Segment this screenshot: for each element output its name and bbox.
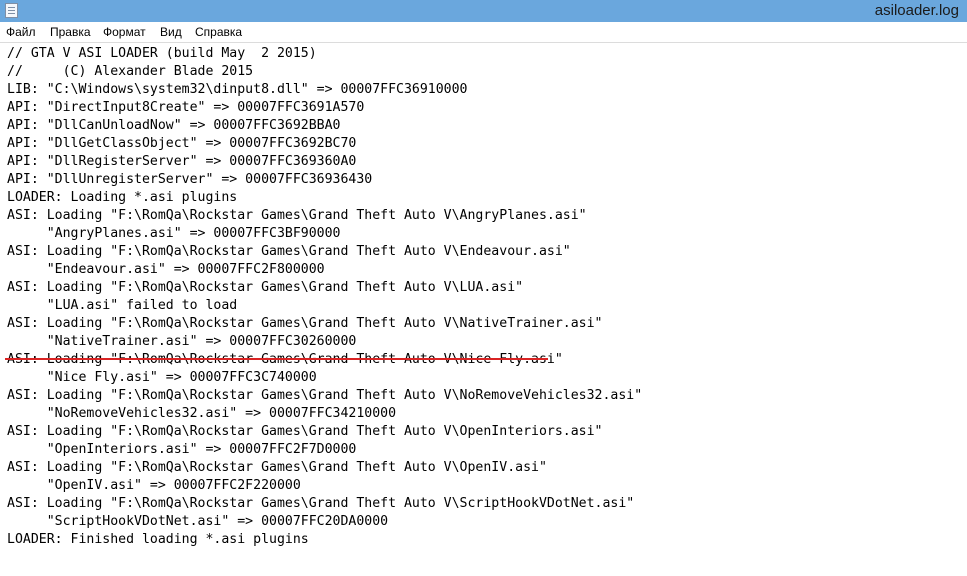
log-line: LOADER: Finished loading *.asi plugins [7, 532, 309, 547]
notepad-window: asiloader.log Файл Правка Формат Вид Спр… [0, 0, 967, 576]
log-line: "OpenInteriors.asi" => 00007FFC2F7D0000 [7, 442, 357, 457]
log-line: ASI: Loading "F:\RomQa\Rockstar Games\Gr… [7, 208, 587, 223]
menu-bar: Файл Правка Формат Вид Справка [0, 22, 967, 43]
log-line: "Nice Fly.asi" => 00007FFC3C740000 [7, 370, 317, 385]
title-bar[interactable]: asiloader.log [0, 0, 967, 22]
log-line: API: "DllCanUnloadNow" => 00007FFC3692BB… [7, 118, 341, 133]
log-line: ASI: Loading "F:\RomQa\Rockstar Games\Gr… [7, 424, 603, 439]
log-line: // GTA V ASI LOADER (build May 2 2015) [7, 46, 317, 61]
log-line: ASI: Loading "F:\RomQa\Rockstar Games\Gr… [7, 351, 642, 369]
log-line: "NoRemoveVehicles32.asi" => 00007FFC3421… [7, 406, 397, 421]
log-line: "NativeTrainer.asi" => 00007FFC30260000 [7, 334, 357, 349]
notepad-icon[interactable] [5, 3, 18, 18]
log-line: "OpenIV.asi" => 00007FFC2F220000 [7, 478, 301, 493]
menu-help[interactable]: Справка [195, 25, 242, 40]
log-line: ASI: Loading "F:\RomQa\Rockstar Games\Gr… [7, 388, 643, 403]
text-editor-area[interactable]: // GTA V ASI LOADER (build May 2 2015) //… [0, 43, 967, 576]
log-line: API: "DllGetClassObject" => 00007FFC3692… [7, 136, 357, 151]
log-line: ASI: Loading "F:\RomQa\Rockstar Games\Gr… [7, 244, 571, 259]
log-line-failed-load: "LUA.asi" failed to load [7, 298, 238, 313]
log-line: "Endeavour.asi" => 00007FFC2F800000 [7, 262, 325, 277]
log-line: API: "DllRegisterServer" => 00007FFC3693… [7, 154, 357, 169]
menu-view[interactable]: Вид [160, 25, 182, 40]
log-line: API: "DllUnregisterServer" => 00007FFC36… [7, 172, 373, 187]
log-line: ASI: Loading "F:\RomQa\Rockstar Games\Gr… [7, 460, 547, 475]
log-line: ASI: Loading "F:\RomQa\Rockstar Games\Gr… [7, 496, 635, 511]
log-line: "AngryPlanes.asi" => 00007FFC3BF90000 [7, 226, 341, 241]
log-text[interactable]: // GTA V ASI LOADER (build May 2 2015) //… [7, 45, 642, 549]
menu-format[interactable]: Формат [103, 25, 146, 40]
log-line: // (C) Alexander Blade 2015 [7, 64, 254, 79]
log-line: LIB: "C:\Windows\system32\dinput8.dll" =… [7, 82, 468, 97]
window-title: asiloader.log [874, 2, 959, 19]
log-line: LOADER: Loading *.asi plugins [7, 190, 238, 205]
log-line: ASI: Loading "F:\RomQa\Rockstar Games\Gr… [7, 316, 603, 331]
log-line: "ScriptHookVDotNet.asi" => 00007FFC20DA0… [7, 514, 389, 529]
red-underline-annotation [5, 358, 548, 360]
log-line: API: "DirectInput8Create" => 00007FFC369… [7, 100, 365, 115]
menu-file[interactable]: Файл [6, 25, 36, 40]
log-line: ASI: Loading "F:\RomQa\Rockstar Games\Gr… [7, 280, 524, 295]
menu-edit[interactable]: Правка [50, 25, 91, 40]
